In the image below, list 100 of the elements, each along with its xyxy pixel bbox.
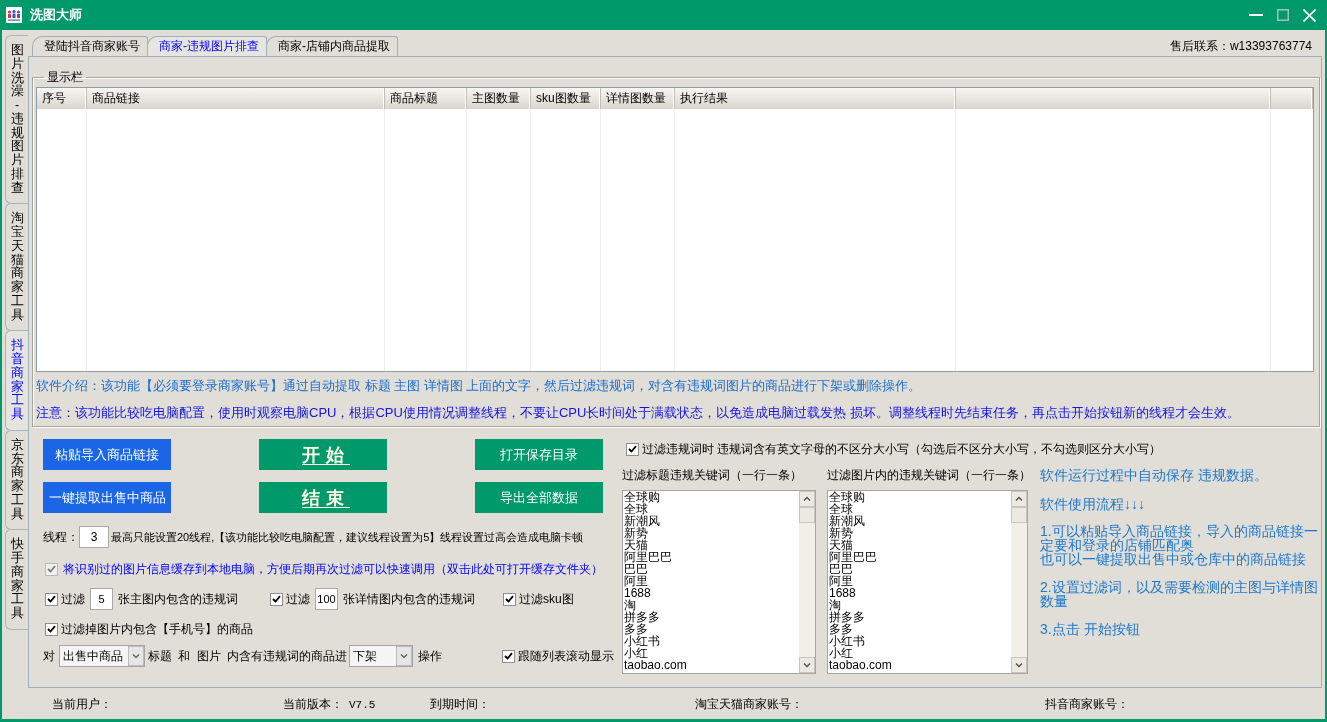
keyword-text: 阿里	[624, 575, 648, 587]
maximize-icon	[1276, 9, 1289, 21]
checkbox-label: 过滤违规词时 违规词含有英文字母的不区分大小写（勾选后不区分大小写，不勾选则区分大小写）	[642, 440, 1162, 458]
checkbox-label: 过滤掉图片内包含【手机号】的商品	[61, 620, 253, 638]
keyword-textarea[interactable]: 全球购 全球 新潮风 新势 天猫 阿里巴巴 巴巴 阿里 1688 淘 拼多多 多多 小红书 小红 taobao.com	[827, 490, 1028, 674]
keyword-list-label: 过滤图片内的违规关键词（一行一条）	[827, 468, 1031, 482]
file-button[interactable]: 导出全部数据	[475, 482, 603, 513]
keyword-textarea[interactable]: 全球购 全球 新潮风 新势 天猫 阿里巴巴 巴巴 阿里 1688 淘 拼多多 多多 小红书 小红 taobao.com	[622, 490, 816, 674]
scroll-up-icon[interactable]	[1011, 491, 1027, 507]
import-button[interactable]: 一键提取出售中商品	[43, 482, 171, 513]
keyword-text: taobao.com	[829, 659, 892, 671]
app-logo-icon	[6, 7, 22, 23]
tab[interactable]: 登陆抖音商家账号	[32, 36, 148, 56]
thread-label: 线程：	[43, 528, 79, 546]
window-title: 洗图大师	[30, 6, 82, 24]
keyword-text: 多多	[624, 623, 648, 635]
tab[interactable]: 商家-店铺内商品提取	[266, 36, 398, 56]
help-step-text: 2.设置过滤词，以及需要检测的主图与详情图数量	[1040, 580, 1319, 608]
keyword-text: 小红	[829, 647, 853, 659]
checkbox[interactable]	[270, 592, 283, 606]
help-step-text: 1.可以粘贴导入商品链接，导入的商品链接一定要和登录的店铺匹配奥	[1040, 524, 1319, 552]
keyword-text: 新潮风	[829, 515, 865, 527]
count-input[interactable]: 5	[90, 588, 113, 610]
checkbox-label: 过滤	[286, 590, 310, 608]
status-label: 抖音商家账号：	[1045, 696, 1129, 713]
help-step-text: 也可以一键提取出售中或仓库中的商品链接	[1040, 552, 1307, 566]
side-tab[interactable]: 快手商家工具	[5, 529, 28, 630]
keyword-text: 全球购	[829, 491, 865, 503]
checkbox-label: 过滤	[61, 590, 85, 608]
count-input[interactable]: 100	[315, 588, 338, 610]
rule-text: 操作	[418, 647, 442, 665]
keyword-text: 拼多多	[624, 611, 660, 623]
status-label: 到期时间：	[430, 696, 490, 713]
keyword-text: 小红书	[624, 635, 660, 647]
support-contact-text: 售后联系：w13393763774	[1169, 37, 1312, 55]
scroll-down-icon[interactable]	[1011, 657, 1027, 673]
keyword-text: taobao.com	[624, 659, 687, 671]
checkbox-label: 将识别过的图片信息缓存到本地电脑，方便后期再次过滤可以快速调用（双击此处可打开缓存文件夹）	[63, 560, 603, 578]
keyword-text: 新潮风	[624, 515, 660, 527]
keyword-text: 小红	[624, 647, 648, 659]
keyword-text: 巴巴	[624, 563, 648, 575]
status-value: V7.5	[349, 698, 376, 711]
keyword-text: 拼多多	[829, 611, 865, 623]
keyword-text: 小红书	[829, 635, 865, 647]
keyword-text: 1688	[624, 587, 651, 599]
close-icon	[1303, 8, 1316, 22]
help-text: 软件使用流程↓↓↓	[1040, 497, 1146, 511]
checkbox-label: 过滤sku图	[519, 590, 574, 608]
scope-dropdown[interactable]: 出售中商品	[59, 645, 145, 667]
status-label: 当前用户：	[52, 696, 112, 713]
file-button[interactable]: 打开保存目录	[475, 439, 603, 470]
keyword-text: 淘	[829, 599, 841, 611]
keyword-text: 阿里	[829, 575, 853, 587]
scrollbar-thumb[interactable]	[799, 507, 815, 523]
side-tab[interactable]: 抖音商家工具	[5, 330, 28, 431]
keyword-list-label: 过滤标题违规关键词（一行一条）	[622, 468, 802, 482]
import-button[interactable]: 粘贴导入商品链接	[43, 439, 171, 470]
status-label: 当前版本：	[283, 696, 343, 713]
scrollbar[interactable]	[799, 491, 815, 673]
rule-text: 对	[43, 647, 55, 665]
checkbox[interactable]	[45, 622, 58, 636]
rule-text: 标题 和 图片 内含有违规词的商品进	[148, 647, 347, 665]
thread-input[interactable]: 3	[79, 526, 109, 548]
run-control-button[interactable]: 结束	[259, 482, 387, 513]
checkbox[interactable]	[45, 592, 58, 606]
checkbox-label: 跟随列表滚动显示	[518, 647, 614, 665]
scroll-down-icon[interactable]	[799, 657, 815, 673]
checkbox[interactable]	[626, 442, 639, 456]
side-tab[interactable]: 图片洗澡-违规图片排查	[5, 35, 28, 205]
keyword-text: 全球购	[624, 491, 660, 503]
keyword-text: 全球	[829, 503, 853, 515]
keyword-text: 新势	[829, 527, 853, 539]
status-label: 淘宝天猫商家账号：	[695, 696, 803, 713]
minimize-icon	[1248, 14, 1263, 16]
group-title: 显示栏	[46, 70, 84, 84]
checkbox[interactable]	[503, 592, 516, 606]
keyword-text: 天猫	[624, 539, 648, 551]
help-text: 软件运行过程中自动保存 违规数据。	[1040, 468, 1269, 482]
keyword-text: 多多	[829, 623, 853, 635]
keyword-text: 阿里巴巴	[624, 551, 672, 563]
filter-suffix-text: 张详情图内包含的违规词	[343, 590, 475, 608]
run-control-button[interactable]: 开始	[259, 439, 387, 470]
scrollbar-thumb[interactable]	[1011, 507, 1027, 523]
scroll-up-icon[interactable]	[799, 491, 815, 507]
scrollbar[interactable]	[1011, 491, 1027, 673]
operation-dropdown[interactable]: 下架	[349, 645, 413, 667]
keyword-text: 新势	[624, 527, 648, 539]
filter-suffix-text: 张主图内包含的违规词	[118, 590, 238, 608]
tab[interactable]: 商家-违规图片排查	[147, 36, 267, 56]
keyword-text: 阿里巴巴	[829, 551, 877, 563]
keyword-text: 1688	[829, 587, 856, 599]
keyword-text: 天猫	[829, 539, 853, 551]
help-step-text: 3.点击 开始按钮	[1040, 622, 1141, 636]
keyword-text: 淘	[624, 599, 636, 611]
thread-hint-text: 最高只能设置20线程,【该功能比较吃电脑配置，建议线程设置为5】线程设置过高会造成电脑卡顿	[111, 529, 584, 545]
notice-text: 软件介绍：该功能【必须要登录商家账号】通过自动提取 标题 主图 详情图 上面的文字，然后过滤违规词，对含有违规词图片的商品进行下架或删除操作。	[36, 376, 923, 395]
keyword-text: 全球	[624, 503, 648, 515]
checkbox[interactable]	[502, 649, 515, 663]
keyword-text: 巴巴	[829, 563, 853, 575]
notice-text: 注意：该功能比较吃电脑配置，使用时观察电脑CPU，根据CPU使用情况调整线程，不要让CPU长时间处于满载状态，以免造成电脑过载发热 损坏。调整线程时先结束任务，再点击开始按钮新的线程才会生效。	[36, 403, 1241, 422]
